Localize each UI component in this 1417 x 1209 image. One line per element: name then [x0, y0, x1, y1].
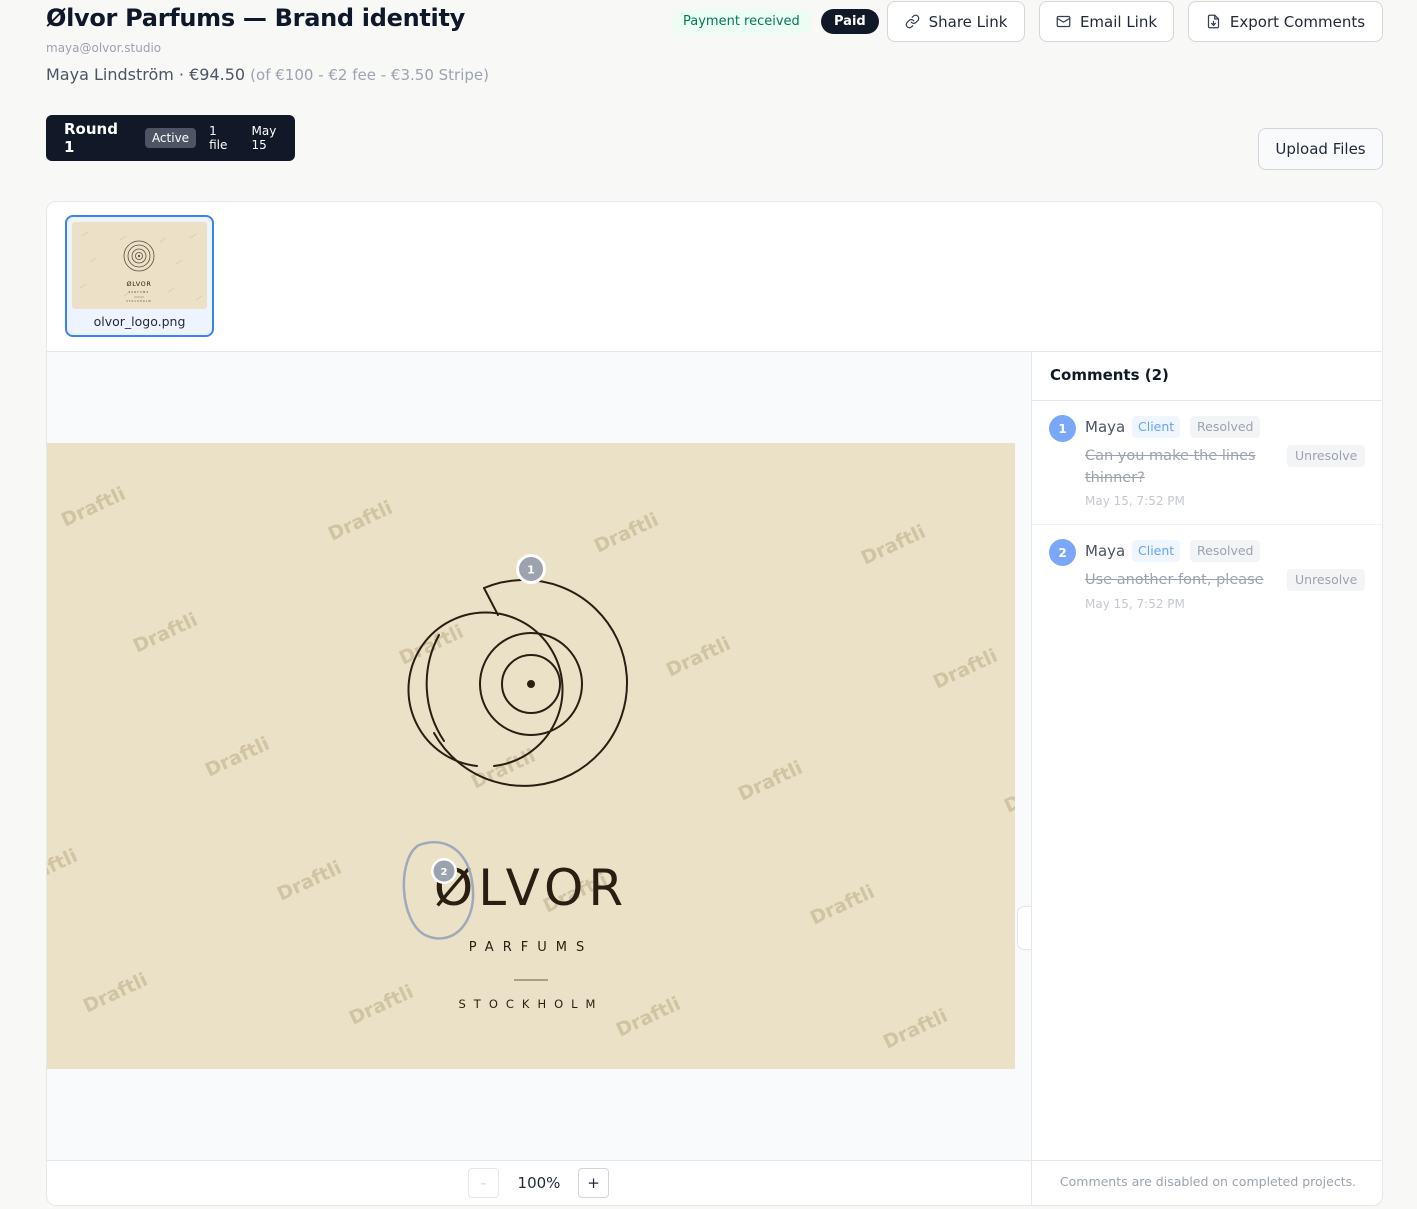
- comment-timestamp: May 15, 7:52 PM: [1085, 597, 1185, 611]
- unresolve-button[interactable]: Unresolve: [1287, 445, 1366, 467]
- artwork-canvas[interactable]: Draftli Draftli Draftli Draftli Draftli …: [47, 443, 1015, 1069]
- watermark-text: Draftli: [47, 845, 81, 894]
- watermark-text: Draftli: [130, 609, 201, 658]
- share-link-button[interactable]: Share Link: [887, 1, 1025, 42]
- zoom-in-button[interactable]: +: [578, 1168, 609, 1198]
- watermark-text: Draftli: [58, 483, 129, 532]
- watermark-text: Draftli: [880, 1005, 951, 1054]
- annotation-pin-1[interactable]: 1: [516, 554, 546, 584]
- resolved-badge: Resolved: [1190, 416, 1261, 438]
- client-name-amount: Maya Lindström · €94.50: [46, 65, 246, 84]
- brand-subtitle: PARFUMS: [469, 940, 593, 955]
- comment-text: Use another font, please: [1085, 572, 1264, 588]
- watermark-text: Draftli: [735, 757, 806, 806]
- mail-icon: [1056, 15, 1071, 28]
- brand-wordmark: ØLVOR: [434, 859, 628, 917]
- round-active-badge: Active: [144, 128, 197, 148]
- email-link-label: Email Link: [1079, 12, 1158, 31]
- comment-text: Can you make the lines thinner?: [1085, 448, 1256, 486]
- round-name: Round 1: [64, 120, 118, 156]
- divider: [47, 1160, 1382, 1161]
- watermark-text: Draftli: [346, 981, 417, 1030]
- watermark-text: Draftli: [274, 857, 345, 906]
- email-link-button[interactable]: Email Link: [1039, 1, 1174, 42]
- client-email: maya@olvor.studio: [46, 41, 162, 55]
- comment-item[interactable]: 2 Maya Client Resolved Use another font,…: [1032, 525, 1382, 625]
- annotation-pin-number: 1: [527, 564, 535, 577]
- annotation-pin-2[interactable]: 2: [431, 858, 457, 884]
- file-name: olvor_logo.png: [93, 314, 186, 329]
- unresolve-button[interactable]: Unresolve: [1287, 569, 1366, 591]
- role-badge: Client: [1132, 416, 1181, 438]
- watermark-text: Draftli: [396, 621, 467, 670]
- watermark-text: Draftli: [663, 633, 734, 682]
- comment-author: Maya: [1085, 542, 1126, 560]
- watermark-text: Draftli: [807, 881, 878, 930]
- upload-files-button[interactable]: Upload Files: [1258, 128, 1383, 170]
- watermark-text: Draftli: [858, 521, 929, 570]
- amount-breakdown: (of €100 - €2 fee - €3.50 Stripe): [250, 66, 489, 84]
- comments-disabled-note: Comments are disabled on completed proje…: [1059, 1174, 1357, 1189]
- comment-timestamp: May 15, 7:52 PM: [1085, 494, 1185, 508]
- watermark-text: Draftli: [591, 509, 662, 558]
- svg-text:ØLVOR: ØLVOR: [127, 280, 152, 288]
- file-export-icon: [1207, 14, 1220, 29]
- zoom-out-button[interactable]: -: [468, 1168, 499, 1198]
- role-badge: Client: [1132, 540, 1181, 562]
- paid-status-badge: Paid: [821, 9, 879, 34]
- annotation-pin-number: 2: [441, 867, 448, 878]
- svg-text:STOCKHOLM: STOCKHOLM: [126, 300, 151, 303]
- resolved-badge: Resolved: [1190, 540, 1261, 562]
- comment-number: 2: [1049, 539, 1076, 566]
- payment-received-badge: Payment received: [671, 9, 812, 34]
- watermark-text: Draftli: [1001, 769, 1015, 818]
- brand-city: STOCKHOLM: [459, 997, 604, 1011]
- watermark-text: Draftli: [80, 969, 151, 1018]
- image-viewer[interactable]: Draftli Draftli Draftli Draftli Draftli …: [47, 352, 1050, 1160]
- export-comments-label: Export Comments: [1229, 12, 1366, 31]
- zoom-level: 100%: [517, 1174, 561, 1192]
- round-tab-1[interactable]: Round 1 Active 1 file May 15: [46, 115, 295, 161]
- review-panel: ØLVOR PARFUMS STOCKHOLM olvor_logo.png D…: [46, 201, 1383, 1206]
- round-date: May 15: [251, 124, 277, 152]
- comments-header: Comments (2): [1032, 352, 1382, 401]
- watermark-text: Draftli: [930, 645, 1001, 694]
- payment-summary: Maya Lindström · €94.50 (of €100 - €2 fe…: [46, 65, 489, 84]
- share-link-label: Share Link: [928, 12, 1008, 31]
- page-title: Ølvor Parfums — Brand identity: [46, 4, 465, 32]
- comment-number: 1: [1049, 415, 1076, 442]
- comment-item[interactable]: 1 Maya Client Resolved Can you make the …: [1032, 401, 1382, 525]
- export-comments-button[interactable]: Export Comments: [1188, 1, 1383, 42]
- comments-panel: Comments (2) 1 Maya Client Resolved Can …: [1032, 352, 1382, 1160]
- svg-text:PARFUMS: PARFUMS: [129, 290, 150, 294]
- round-file-count: 1 file: [209, 124, 228, 152]
- file-thumbnail[interactable]: ØLVOR PARFUMS STOCKHOLM olvor_logo.png: [65, 215, 214, 337]
- watermark-text: Draftli: [202, 733, 273, 782]
- logo-center-dot: [527, 680, 535, 688]
- comment-author: Maya: [1085, 418, 1126, 436]
- file-thumbnail-image: ØLVOR PARFUMS STOCKHOLM: [72, 222, 207, 309]
- watermark-text: Draftli: [613, 993, 684, 1042]
- link-icon: [905, 14, 919, 29]
- watermark-text: Draftli: [325, 497, 396, 546]
